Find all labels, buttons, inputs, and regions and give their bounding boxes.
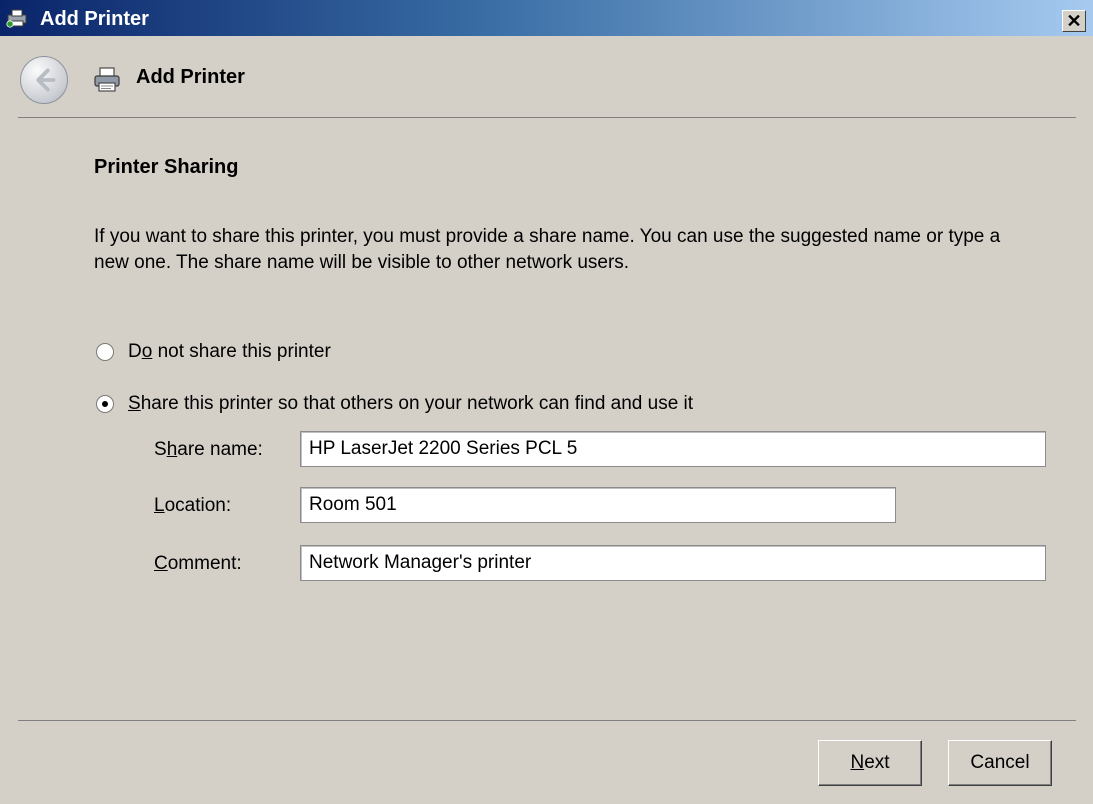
radio-do-not-share[interactable]: Do not share this printer bbox=[96, 339, 331, 365]
location-label: Location: bbox=[154, 495, 232, 516]
window-title: Add Printer bbox=[40, 8, 149, 30]
close-icon: ✕ bbox=[1066, 11, 1082, 31]
radio-share-label[interactable]: Share this printer so that others on you… bbox=[128, 393, 693, 415]
close-button[interactable]: ✕ bbox=[1062, 10, 1086, 32]
printer-icon bbox=[94, 67, 120, 92]
title-bar: Add Printer ✕ bbox=[0, 0, 1093, 36]
nav-bar: Add Printer bbox=[0, 36, 1093, 116]
comment-label: Comment: bbox=[154, 553, 242, 574]
back-button[interactable] bbox=[20, 56, 68, 104]
section-heading: Printer Sharing bbox=[94, 156, 239, 178]
printer-add-icon bbox=[6, 9, 27, 28]
nav-title: Add Printer bbox=[136, 66, 245, 88]
comment-input[interactable] bbox=[300, 545, 1046, 581]
share-name-input[interactable] bbox=[300, 431, 1046, 467]
button-bar: Next Cancel bbox=[0, 720, 1093, 804]
radio-share[interactable]: Share this printer so that others on you… bbox=[96, 391, 693, 417]
share-name-label: Share name: bbox=[154, 439, 263, 460]
next-button[interactable]: Next bbox=[818, 740, 922, 786]
radio-do-not-share-label[interactable]: Do not share this printer bbox=[128, 341, 331, 363]
back-arrow-icon bbox=[36, 68, 56, 92]
radio-share-control[interactable] bbox=[96, 395, 114, 413]
cancel-button[interactable]: Cancel bbox=[948, 740, 1052, 786]
location-input[interactable] bbox=[300, 487, 896, 523]
radio-do-not-share-control[interactable] bbox=[96, 343, 114, 361]
wizard-content: Printer Sharing If you want to share thi… bbox=[18, 117, 1076, 721]
section-description: If you want to share this printer, you m… bbox=[94, 226, 1001, 273]
